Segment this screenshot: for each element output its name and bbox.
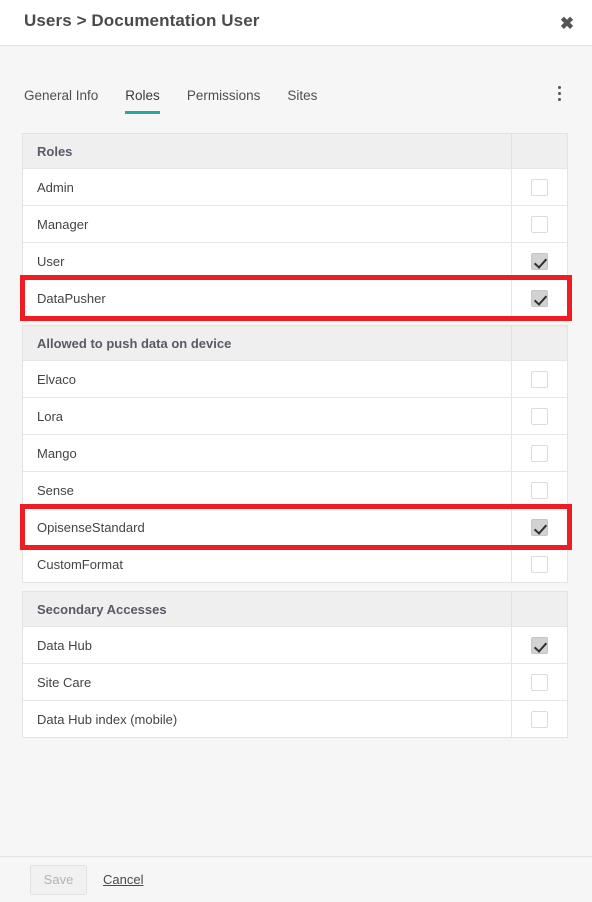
section-title: Allowed to push data on device	[23, 326, 512, 360]
row-label: Lora	[23, 398, 512, 434]
row-checkbox[interactable]	[531, 711, 548, 728]
dialog-header: Users > Documentation User ✖	[0, 0, 592, 46]
row-label: Site Care	[23, 664, 512, 700]
table-row[interactable]: Data Hub	[23, 626, 567, 663]
row-checkbox-cell	[512, 206, 567, 242]
row-label: Sense	[23, 472, 512, 508]
tab-general-info[interactable]: General Info	[24, 88, 98, 114]
section-allowed-to-push-data-on-device: Allowed to push data on deviceElvacoLora…	[22, 325, 568, 583]
row-label: OpisenseStandard	[23, 509, 512, 545]
table-row[interactable]: Lora	[23, 397, 567, 434]
tab-bar: General Info Roles Permissions Sites	[0, 46, 592, 114]
section-header-row: Allowed to push data on device	[23, 325, 567, 360]
kebab-menu-icon[interactable]	[548, 80, 570, 106]
row-checkbox[interactable]	[531, 637, 548, 654]
page-title: Users > Documentation User	[24, 11, 259, 31]
table-row[interactable]: Mango	[23, 434, 567, 471]
row-checkbox[interactable]	[531, 556, 548, 573]
row-checkbox-cell	[512, 435, 567, 471]
row-checkbox-cell	[512, 243, 567, 279]
section-roles: RolesAdminManagerUserDataPusher	[22, 133, 568, 317]
dialog-footer: Save Cancel	[0, 856, 592, 902]
tab-roles[interactable]: Roles	[125, 88, 160, 114]
table-row[interactable]: OpisenseStandard	[23, 508, 567, 545]
section-header-check-cell	[512, 134, 567, 168]
row-checkbox-cell	[512, 280, 567, 316]
row-label: Manager	[23, 206, 512, 242]
roles-content: RolesAdminManagerUserDataPusherAllowed t…	[0, 114, 592, 856]
table-row[interactable]: Data Hub index (mobile)	[23, 700, 567, 737]
table-row[interactable]: CustomFormat	[23, 545, 567, 582]
row-label: User	[23, 243, 512, 279]
row-checkbox-cell	[512, 627, 567, 663]
row-checkbox-cell	[512, 509, 567, 545]
section-header-row: Secondary Accesses	[23, 591, 567, 626]
row-label: CustomFormat	[23, 546, 512, 582]
row-label: Elvaco	[23, 361, 512, 397]
row-checkbox-cell	[512, 664, 567, 700]
close-icon[interactable]: ✖	[550, 6, 584, 40]
table-row[interactable]: DataPusher	[23, 279, 567, 316]
save-button[interactable]: Save	[30, 865, 87, 895]
kebab-dot-3	[558, 98, 561, 101]
table-row[interactable]: Admin	[23, 168, 567, 205]
section-title: Roles	[23, 134, 512, 168]
tab-sites[interactable]: Sites	[287, 88, 317, 114]
tab-permissions[interactable]: Permissions	[187, 88, 261, 114]
section-secondary-accesses: Secondary AccessesData HubSite CareData …	[22, 591, 568, 738]
row-label: DataPusher	[23, 280, 512, 316]
row-checkbox-cell	[512, 472, 567, 508]
row-checkbox-cell	[512, 398, 567, 434]
row-checkbox[interactable]	[531, 519, 548, 536]
row-checkbox[interactable]	[531, 408, 548, 425]
section-header-row: Roles	[23, 133, 567, 168]
row-label: Admin	[23, 169, 512, 205]
table-row[interactable]: User	[23, 242, 567, 279]
row-checkbox-cell	[512, 701, 567, 737]
tab-list: General Info Roles Permissions Sites	[24, 88, 317, 114]
row-checkbox[interactable]	[531, 371, 548, 388]
cancel-button[interactable]: Cancel	[103, 872, 143, 887]
kebab-dot-2	[558, 92, 561, 95]
table-row[interactable]: Site Care	[23, 663, 567, 700]
row-label: Mango	[23, 435, 512, 471]
section-header-check-cell	[512, 326, 567, 360]
row-checkbox[interactable]	[531, 216, 548, 233]
table-row[interactable]: Elvaco	[23, 360, 567, 397]
row-checkbox[interactable]	[531, 445, 548, 462]
kebab-dot-1	[558, 86, 561, 89]
table-row[interactable]: Manager	[23, 205, 567, 242]
row-checkbox[interactable]	[531, 674, 548, 691]
row-checkbox-cell	[512, 361, 567, 397]
row-checkbox-cell	[512, 169, 567, 205]
row-checkbox-cell	[512, 546, 567, 582]
row-label: Data Hub index (mobile)	[23, 701, 512, 737]
user-detail-dialog: Users > Documentation User ✖ General Inf…	[0, 0, 592, 902]
row-checkbox[interactable]	[531, 290, 548, 307]
row-checkbox[interactable]	[531, 253, 548, 270]
section-header-check-cell	[512, 592, 567, 626]
row-checkbox[interactable]	[531, 179, 548, 196]
section-title: Secondary Accesses	[23, 592, 512, 626]
row-checkbox[interactable]	[531, 482, 548, 499]
row-label: Data Hub	[23, 627, 512, 663]
table-row[interactable]: Sense	[23, 471, 567, 508]
